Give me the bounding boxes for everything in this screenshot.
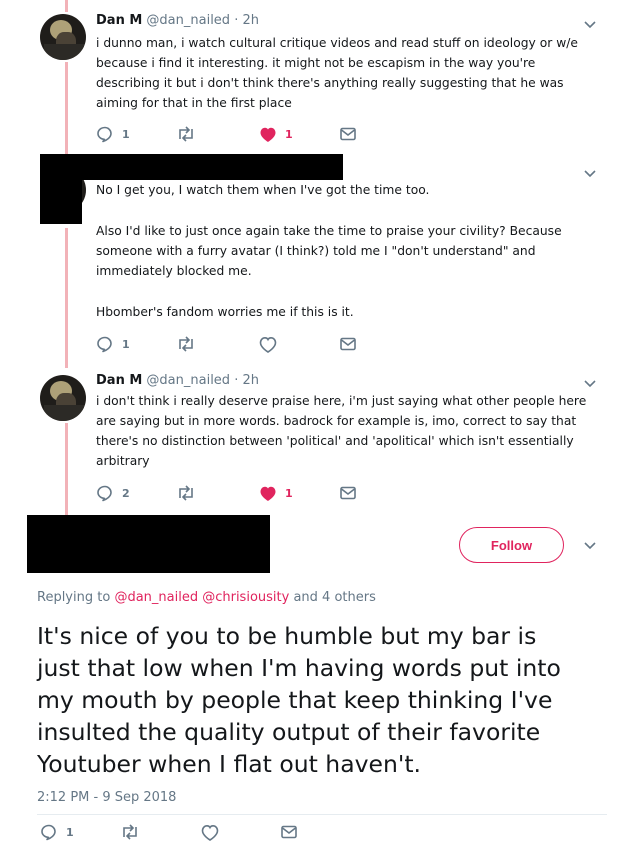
tweet-3[interactable]: Dan M @dan_nailed · 2h i don't think i r… xyxy=(0,365,627,515)
heart-icon xyxy=(201,824,219,841)
tweet-paragraph: No I get you, I watch them when I've got… xyxy=(96,183,430,197)
tweet-paragraph: i dunno man, i watch cultural critique v… xyxy=(96,36,578,110)
tweet-text: i dunno man, i watch cultural critique v… xyxy=(96,33,606,113)
reply-button[interactable]: 1 xyxy=(40,822,74,842)
avatar[interactable] xyxy=(40,375,86,421)
dm-button[interactable] xyxy=(280,822,298,842)
redaction-box xyxy=(40,176,82,224)
tweet-2[interactable]: No I get you, I watch them when I've got… xyxy=(0,150,627,365)
tweet-time[interactable]: 2h xyxy=(242,373,259,388)
user-handle[interactable]: @dan_nailed xyxy=(146,13,230,28)
mail-icon xyxy=(281,825,297,839)
like-button[interactable]: 1 xyxy=(259,124,293,144)
retweet-button[interactable] xyxy=(176,483,196,503)
tweet-actions: 1 1 xyxy=(96,124,396,144)
like-count: 1 xyxy=(285,127,293,141)
reply-icon xyxy=(41,824,56,841)
reply-button[interactable]: 1 xyxy=(96,334,130,354)
follow-button[interactable]: Follow xyxy=(459,527,564,563)
mail-icon xyxy=(340,337,356,351)
avatar[interactable] xyxy=(40,14,86,60)
tweet-paragraph: i don't think i really deserve praise he… xyxy=(96,394,587,468)
retweet-icon xyxy=(179,336,193,352)
tweet-paragraph: Hbomber's fandom worries me if this is i… xyxy=(96,305,354,319)
tweet-actions: 2 1 xyxy=(96,483,396,503)
tweet-header: Dan M @dan_nailed · 2h xyxy=(96,373,259,388)
tweet-text: i don't think i really deserve praise he… xyxy=(96,391,606,471)
retweet-icon xyxy=(179,485,193,501)
dm-button[interactable] xyxy=(339,334,357,354)
reply-button[interactable]: 2 xyxy=(96,483,130,503)
tweet-time[interactable]: 2h xyxy=(242,13,259,28)
main-tweet-text: It's nice of you to be humble but my bar… xyxy=(37,620,597,780)
reply-icon xyxy=(97,126,112,143)
retweet-icon xyxy=(179,126,193,142)
tweet-paragraph: Also I'd like to just once again take th… xyxy=(96,224,562,278)
mention-link[interactable]: @dan_nailed xyxy=(114,590,198,605)
main-tweet-paragraph: It's nice of you to be humble but my bar… xyxy=(37,622,561,778)
reply-button[interactable]: 1 xyxy=(96,124,130,144)
mention-link[interactable]: @chrisiousity xyxy=(202,590,289,605)
replying-prefix: Replying to xyxy=(37,590,111,605)
reply-count: 1 xyxy=(122,337,130,351)
retweet-button[interactable] xyxy=(176,124,196,144)
heart-icon xyxy=(260,486,276,501)
like-button[interactable]: 1 xyxy=(259,483,293,503)
like-button[interactable] xyxy=(201,822,219,842)
tweet-header: Dan M @dan_nailed · 2h xyxy=(96,13,259,28)
heart-icon xyxy=(260,127,276,142)
chevron-down-icon[interactable] xyxy=(583,379,597,389)
divider xyxy=(37,814,607,815)
retweet-button[interactable] xyxy=(120,822,140,842)
chevron-down-icon[interactable] xyxy=(583,20,597,30)
replying-to: Replying to @dan_nailed @chrisiousity an… xyxy=(37,590,376,605)
reply-icon xyxy=(97,485,112,502)
tweet-timestamp[interactable]: 2:12 PM - 9 Sep 2018 xyxy=(37,790,176,805)
retweet-icon xyxy=(123,824,137,840)
redaction-box xyxy=(40,154,343,180)
main-tweet-actions: 1 xyxy=(40,822,340,842)
tweet-text: No I get you, I watch them when I've got… xyxy=(96,180,606,322)
heart-icon xyxy=(259,336,277,353)
retweet-button[interactable] xyxy=(176,334,196,354)
user-name[interactable]: Dan M xyxy=(96,373,142,388)
like-button[interactable] xyxy=(259,334,277,354)
user-name[interactable]: Dan M xyxy=(96,13,142,28)
user-handle[interactable]: @dan_nailed xyxy=(146,373,230,388)
separator-dot: · xyxy=(234,373,239,388)
reply-count: 2 xyxy=(122,486,130,500)
mail-icon xyxy=(340,127,356,141)
mail-icon xyxy=(340,486,356,500)
like-count: 1 xyxy=(285,486,293,500)
separator-dot: · xyxy=(234,13,239,28)
dm-button[interactable] xyxy=(339,124,357,144)
chevron-down-icon[interactable] xyxy=(583,541,597,551)
replying-suffix[interactable]: and 4 others xyxy=(293,590,375,605)
reply-count: 1 xyxy=(66,825,74,839)
chevron-down-icon[interactable] xyxy=(583,169,597,179)
reply-count: 1 xyxy=(122,127,130,141)
redaction-box xyxy=(27,515,270,573)
tweet-actions: 1 xyxy=(96,334,396,354)
tweet-1[interactable]: Dan M @dan_nailed · 2h i dunno man, i wa… xyxy=(0,0,627,150)
reply-icon xyxy=(97,336,112,353)
dm-button[interactable] xyxy=(339,483,357,503)
